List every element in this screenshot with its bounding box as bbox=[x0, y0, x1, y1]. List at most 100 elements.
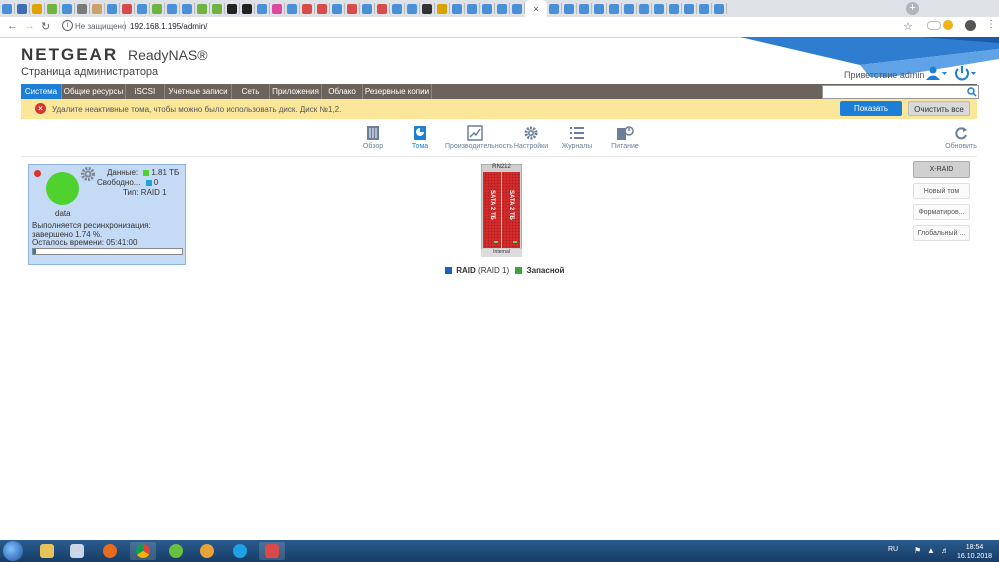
tab-favicon-icon[interactable] bbox=[564, 3, 574, 14]
tab-favicon-icon[interactable] bbox=[377, 3, 387, 14]
utorrent-icon[interactable] bbox=[163, 542, 189, 560]
refresh-button[interactable]: Обновить bbox=[931, 125, 991, 150]
cloud-icon[interactable] bbox=[927, 21, 941, 30]
document-icon[interactable] bbox=[64, 542, 90, 560]
menu-icon[interactable]: ⋮ bbox=[986, 19, 996, 30]
reload-icon[interactable]: ↻ bbox=[41, 20, 50, 33]
forward-icon[interactable]: → bbox=[24, 20, 35, 32]
menu-tab-6[interactable]: Облако bbox=[322, 84, 363, 99]
tab-favicon-icon[interactable] bbox=[482, 3, 492, 14]
format-button[interactable]: Форматиров... bbox=[913, 204, 970, 220]
tab-favicon-icon[interactable] bbox=[302, 3, 312, 14]
tab-favicon-icon[interactable] bbox=[684, 3, 694, 14]
tab-favicon-icon[interactable] bbox=[62, 3, 72, 14]
tab-favicon-icon[interactable] bbox=[317, 3, 327, 14]
tab-favicon-icon[interactable] bbox=[242, 3, 252, 14]
tab-favicon-icon[interactable] bbox=[669, 3, 679, 14]
volume-card[interactable]: Данные: 1.81 ТБ Свободно... 0 Тип: RAID … bbox=[28, 164, 186, 265]
tab-favicon-icon[interactable] bbox=[212, 3, 222, 14]
tab-favicon-icon[interactable] bbox=[122, 3, 132, 14]
tab-favicon-icon[interactable] bbox=[77, 3, 87, 14]
star-icon[interactable]: ☆ bbox=[903, 20, 913, 33]
app-icon[interactable] bbox=[194, 542, 220, 560]
firefox-icon[interactable] bbox=[97, 542, 123, 560]
tab-favicon-icon[interactable] bbox=[654, 3, 664, 14]
photo-viewer-icon[interactable] bbox=[259, 542, 285, 560]
spare-color-swatch bbox=[515, 267, 523, 275]
tab-favicon-icon[interactable] bbox=[437, 3, 447, 14]
tab-favicon-icon[interactable] bbox=[467, 3, 477, 14]
skype-icon[interactable] bbox=[227, 542, 253, 560]
subnav-volumes[interactable]: Тома bbox=[390, 125, 450, 150]
extension-icon[interactable] bbox=[943, 20, 953, 30]
tab-favicon-icon[interactable] bbox=[257, 3, 267, 14]
tab-favicon-icon[interactable] bbox=[594, 3, 604, 14]
tab-favicon-icon[interactable] bbox=[422, 3, 432, 14]
chrome-icon[interactable] bbox=[130, 542, 156, 560]
tab-favicon-icon[interactable] bbox=[497, 3, 507, 14]
tab-favicon-icon[interactable] bbox=[639, 3, 649, 14]
subnav-power[interactable]: Питание bbox=[595, 125, 655, 150]
tab-favicon-icon[interactable] bbox=[287, 3, 297, 14]
tab-separator bbox=[434, 3, 435, 14]
menu-tab-1[interactable]: Общие ресурсы bbox=[62, 84, 126, 99]
search-icon[interactable] bbox=[967, 87, 977, 97]
clear-all-button[interactable]: Очистить все bbox=[908, 101, 970, 116]
tab-favicon-icon[interactable] bbox=[167, 3, 177, 14]
search-input[interactable] bbox=[822, 85, 979, 99]
power-icon[interactable] bbox=[954, 65, 978, 81]
tab-favicon-icon[interactable] bbox=[17, 3, 27, 14]
tab-favicon-icon[interactable] bbox=[272, 3, 282, 14]
show-button[interactable]: Показать bbox=[840, 101, 902, 116]
xraid-button[interactable]: X-RAID bbox=[913, 161, 970, 178]
tab-favicon-icon[interactable] bbox=[197, 3, 207, 14]
network-icon[interactable]: ▲ bbox=[927, 546, 935, 555]
info-icon[interactable]: i bbox=[62, 20, 73, 31]
tab-favicon-icon[interactable] bbox=[47, 3, 57, 14]
tab-favicon-icon[interactable] bbox=[332, 3, 342, 14]
active-tab[interactable]: × bbox=[525, 0, 547, 17]
tab-favicon-icon[interactable] bbox=[92, 3, 102, 14]
tab-favicon-icon[interactable] bbox=[452, 3, 462, 14]
close-tab-icon[interactable]: × bbox=[533, 4, 538, 14]
tab-favicon-icon[interactable] bbox=[512, 3, 522, 14]
tab-favicon-icon[interactable] bbox=[407, 3, 417, 14]
explorer-icon[interactable] bbox=[34, 542, 60, 560]
tab-favicon-icon[interactable] bbox=[609, 3, 619, 14]
start-button[interactable] bbox=[3, 541, 23, 561]
tab-favicon-icon[interactable] bbox=[227, 3, 237, 14]
tab-favicon-icon[interactable] bbox=[549, 3, 559, 14]
tab-favicon-icon[interactable] bbox=[347, 3, 357, 14]
subnav-performance[interactable]: Производительность bbox=[445, 125, 513, 150]
menu-tab-7[interactable]: Резервные копии bbox=[363, 84, 432, 99]
tab-favicon-icon[interactable] bbox=[624, 3, 634, 14]
clock[interactable]: 18:54 16.10.2018 bbox=[957, 543, 992, 561]
new-volume-button[interactable]: Новый том bbox=[913, 183, 970, 199]
tab-favicon-icon[interactable] bbox=[2, 3, 12, 14]
menu-tab-2[interactable]: iSCSI bbox=[126, 84, 165, 99]
new-tab-button[interactable]: + bbox=[906, 2, 919, 15]
volume-settings-gear-icon[interactable] bbox=[80, 166, 96, 182]
tab-favicon-icon[interactable] bbox=[392, 3, 402, 14]
url-field[interactable]: 192.168.1.195/admin/ bbox=[130, 22, 207, 31]
tab-favicon-icon[interactable] bbox=[107, 3, 117, 14]
flag-icon[interactable]: ⚑ bbox=[914, 546, 921, 555]
menu-tab-5[interactable]: Приложения bbox=[270, 84, 322, 99]
tab-favicon-icon[interactable] bbox=[699, 3, 709, 14]
tab-favicon-icon[interactable] bbox=[137, 3, 147, 14]
tab-favicon-icon[interactable] bbox=[362, 3, 372, 14]
menu-tab-4[interactable]: Сеть bbox=[232, 84, 270, 99]
global-settings-button[interactable]: Глобальный ... bbox=[913, 225, 970, 241]
tab-favicon-icon[interactable] bbox=[32, 3, 42, 14]
menu-tab-0[interactable]: Система bbox=[21, 84, 62, 99]
tab-favicon-icon[interactable] bbox=[182, 3, 192, 14]
tab-favicon-icon[interactable] bbox=[152, 3, 162, 14]
menu-tab-3[interactable]: Учетные записи bbox=[165, 84, 232, 99]
volume-icon[interactable]: ♬ bbox=[941, 546, 949, 555]
profile-icon[interactable] bbox=[965, 20, 976, 31]
user-icon[interactable] bbox=[926, 66, 948, 80]
tab-favicon-icon[interactable] bbox=[579, 3, 589, 14]
back-icon[interactable]: ← bbox=[7, 20, 18, 32]
language-indicator[interactable]: RU bbox=[888, 546, 898, 553]
tab-favicon-icon[interactable] bbox=[714, 3, 724, 14]
